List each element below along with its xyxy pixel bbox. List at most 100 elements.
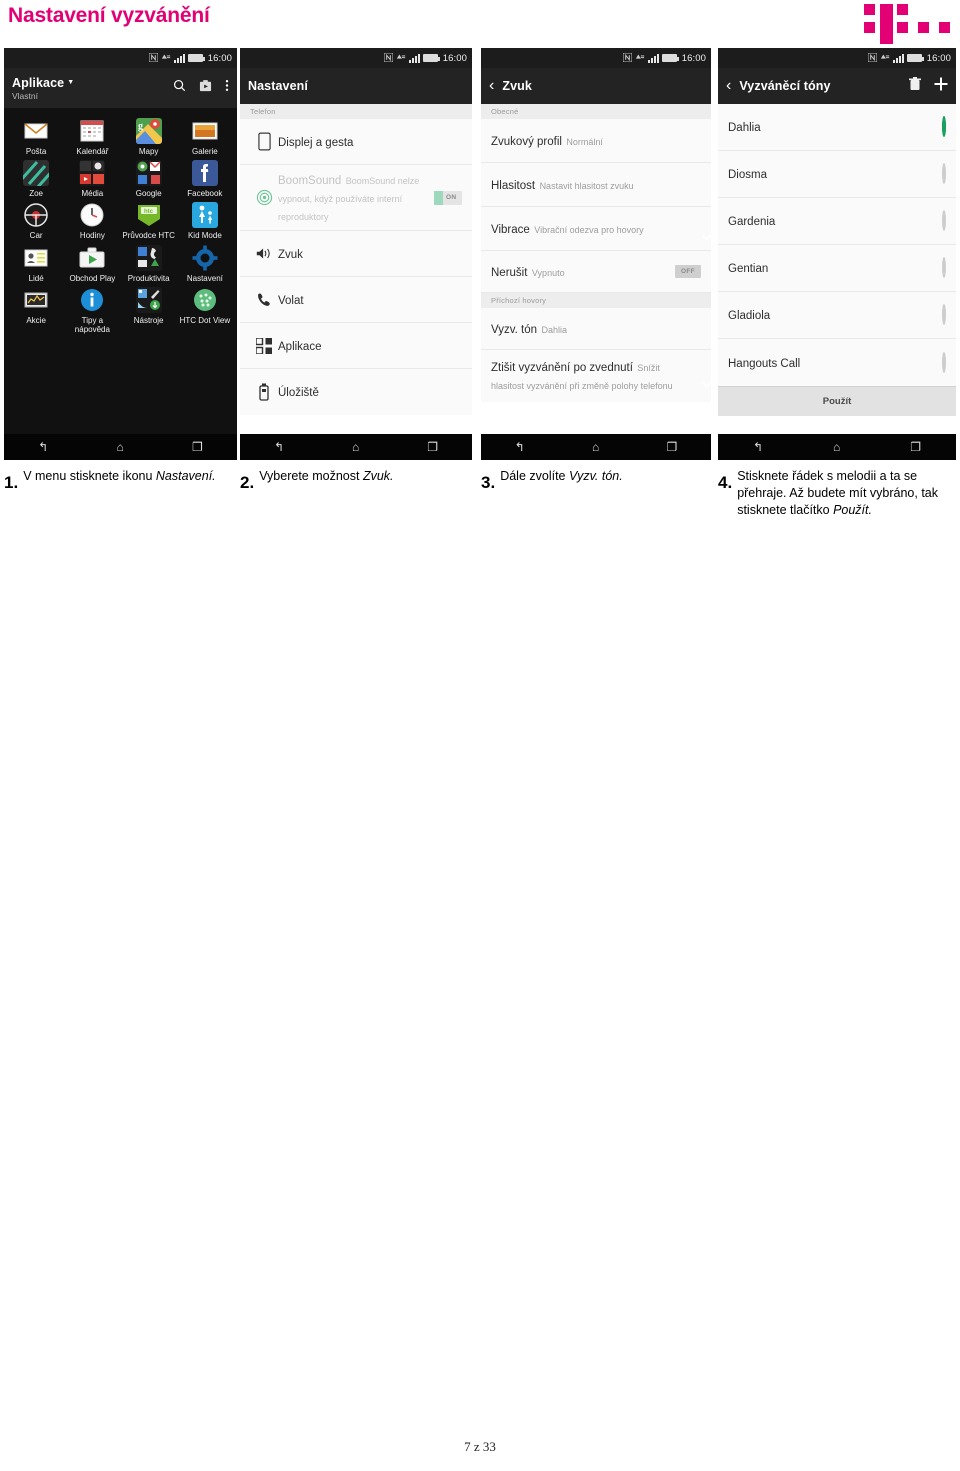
app-item-media[interactable]: Média xyxy=(64,156,120,198)
app-row: Akcie Tipy a nápověda Nástroje HTC Dot V… xyxy=(8,283,233,334)
app-label: Tipy a nápověda xyxy=(74,315,110,334)
ringtone-row-diosma[interactable]: Diosma xyxy=(718,151,956,198)
app-item-nastroje[interactable]: Nástroje xyxy=(121,283,177,334)
settings-row-zvuk[interactable]: Zvuk xyxy=(240,231,472,277)
ringtone-radio-selected[interactable] xyxy=(942,116,946,137)
ringtone-row-gentian[interactable]: Gentian xyxy=(718,245,956,292)
ringtone-radio[interactable] xyxy=(942,163,946,184)
recents-icon[interactable]: ❐ xyxy=(910,441,921,453)
app-item-posta[interactable]: Pošta xyxy=(8,114,64,156)
row-subtitle: Vibrační odezva pro hovory xyxy=(534,224,644,235)
settings-row-aplikace[interactable]: Aplikace xyxy=(240,323,472,369)
recents-icon[interactable]: ❐ xyxy=(192,441,203,453)
sound-row-vibrace[interactable]: Vibrace Vibrační odezva pro hovory xyxy=(481,207,711,251)
screenshot-strip: 16:00 Aplikace ▼ Vlastní Pošta Kalendář … xyxy=(0,48,960,460)
app-item-nastaveni[interactable]: Nastavení xyxy=(177,241,233,283)
ringtone-radio[interactable] xyxy=(942,210,946,231)
app-label: Akcie xyxy=(26,315,46,325)
search-icon[interactable] xyxy=(173,79,186,97)
app-label: Car xyxy=(29,231,43,241)
recents-icon[interactable]: ❐ xyxy=(427,441,438,453)
play-store-icon xyxy=(79,245,105,271)
home-icon[interactable]: ⌂ xyxy=(833,441,840,453)
sound-row-ztisit-vyzvaneni[interactable]: Ztišit vyzvánění po zvednutí Snížit hlas… xyxy=(481,350,711,402)
home-icon[interactable]: ⌂ xyxy=(592,441,599,453)
toggle-knob xyxy=(434,190,443,205)
settings-list: Telefon Displej a gesta BoomSound BoomSo… xyxy=(240,104,472,415)
plus-icon[interactable] xyxy=(934,77,948,96)
zoe-icon xyxy=(23,160,50,187)
app-item-kid-mode[interactable]: Kid Mode xyxy=(177,198,233,240)
back-icon[interactable]: ↰ xyxy=(753,441,763,453)
sound-row-vyzv-ton[interactable]: Vyzv. tón Dahlia xyxy=(481,308,711,350)
app-label: Facebook xyxy=(187,189,223,199)
ringtone-name: Hangouts Call xyxy=(728,357,801,370)
app-item-akcie[interactable]: Akcie xyxy=(8,283,64,334)
app-label: HTC Dot View xyxy=(179,315,231,325)
step-number: 2. xyxy=(240,473,255,492)
ringtone-radio[interactable] xyxy=(942,304,946,325)
app-row: Pošta Kalendář g Mapy Galerie xyxy=(8,114,233,156)
settings-row-volat[interactable]: Volat xyxy=(240,277,472,323)
phone-screenshot-sound: 16:00 ‹ Zvuk Obecné Zvukový profil Normá… xyxy=(481,48,711,460)
app-item-produktivita[interactable]: Produktivita xyxy=(121,241,177,283)
sound-row-nerusit[interactable]: Nerušit Vypnuto OFF xyxy=(481,251,711,293)
navigation-bar: ↰ ⌂ ❐ xyxy=(718,434,956,460)
boomsound-toggle[interactable]: ON xyxy=(434,190,462,205)
app-item-hodiny[interactable]: Hodiny xyxy=(64,198,120,240)
row-subtitle: Dahlia xyxy=(541,324,567,335)
google-folder-icon xyxy=(135,160,162,187)
app-item-facebook[interactable]: Facebook xyxy=(177,156,233,198)
app-item-mapy[interactable]: g Mapy xyxy=(121,114,177,156)
row-title: Úložiště xyxy=(278,387,319,399)
apply-button[interactable]: Použít xyxy=(718,386,956,416)
trash-icon[interactable] xyxy=(909,76,921,96)
home-icon[interactable]: ⌂ xyxy=(352,441,359,453)
back-icon[interactable]: ↰ xyxy=(38,441,48,453)
dot-view-icon xyxy=(192,287,218,313)
app-row: Lidé Obchod Play Produktivita Nastavení xyxy=(8,241,233,283)
settings-row-boomsound[interactable]: BoomSound BoomSound nelze vypnout, když … xyxy=(240,165,472,231)
sound-row-hlasitost[interactable]: Hlasitost Nastavit hlasitost zvuku xyxy=(481,163,711,207)
ringtone-radio[interactable] xyxy=(942,257,946,278)
app-item-kalendar[interactable]: Kalendář xyxy=(64,114,120,156)
settings-row-ulloziste[interactable]: Úložiště xyxy=(240,369,472,415)
back-chevron-icon[interactable]: ‹ xyxy=(489,78,494,94)
app-item-pruvodce-htc[interactable]: htc Průvodce HTC xyxy=(121,198,177,240)
battery-icon xyxy=(422,54,440,62)
app-item-car[interactable]: Car xyxy=(8,198,64,240)
play-store-icon[interactable] xyxy=(199,79,212,97)
nerusit-toggle[interactable]: OFF xyxy=(675,265,701,278)
app-item-obchod-play[interactable]: Obchod Play xyxy=(64,241,120,283)
app-item-galerie[interactable]: Galerie xyxy=(177,114,233,156)
back-icon[interactable]: ↰ xyxy=(274,441,284,453)
chevron-down-icon[interactable]: ▼ xyxy=(67,79,74,86)
recents-icon[interactable]: ❐ xyxy=(667,441,678,453)
row-title: Zvukový profil xyxy=(491,135,562,148)
row-title: Zvuk xyxy=(278,248,303,261)
back-icon[interactable]: ↰ xyxy=(515,441,525,453)
sound-row-zvukovy-profil[interactable]: Zvukový profil Normální xyxy=(481,119,711,163)
ringtone-row-gardenia[interactable]: Gardenia xyxy=(718,198,956,245)
settings-row-displej-a-gesta[interactable]: Displej a gesta xyxy=(240,119,472,165)
app-item-google[interactable]: Google xyxy=(121,156,177,198)
back-chevron-icon[interactable]: ‹ xyxy=(726,78,731,94)
app-item-tipy-a-napoveda[interactable]: Tipy a nápověda xyxy=(64,283,120,334)
status-bar-time: 16:00 xyxy=(926,52,951,64)
svg-text:g: g xyxy=(138,121,143,132)
ringtone-radio[interactable] xyxy=(942,351,946,373)
overflow-menu-icon[interactable] xyxy=(225,79,229,97)
app-item-zoe[interactable]: Zoe xyxy=(8,156,64,198)
app-drawer-toolbar: Aplikace ▼ Vlastní xyxy=(4,68,237,108)
app-drawer-title[interactable]: Aplikace xyxy=(12,76,64,90)
ringtone-row-dahlia[interactable]: Dahlia xyxy=(718,104,956,151)
ringtone-row-gladiola[interactable]: Gladiola xyxy=(718,292,956,339)
phone-handset-icon xyxy=(250,292,278,308)
toggle-label: ON xyxy=(446,194,457,201)
app-item-htc-dot-view[interactable]: HTC Dot View xyxy=(177,283,233,334)
home-icon[interactable]: ⌂ xyxy=(117,441,124,453)
app-item-lide[interactable]: Lidé xyxy=(8,241,64,283)
ringtone-row-hangouts-call[interactable]: Hangouts Call xyxy=(718,339,956,386)
app-label: Galerie xyxy=(191,147,218,156)
section-header-obecne: Obecné xyxy=(481,104,711,119)
